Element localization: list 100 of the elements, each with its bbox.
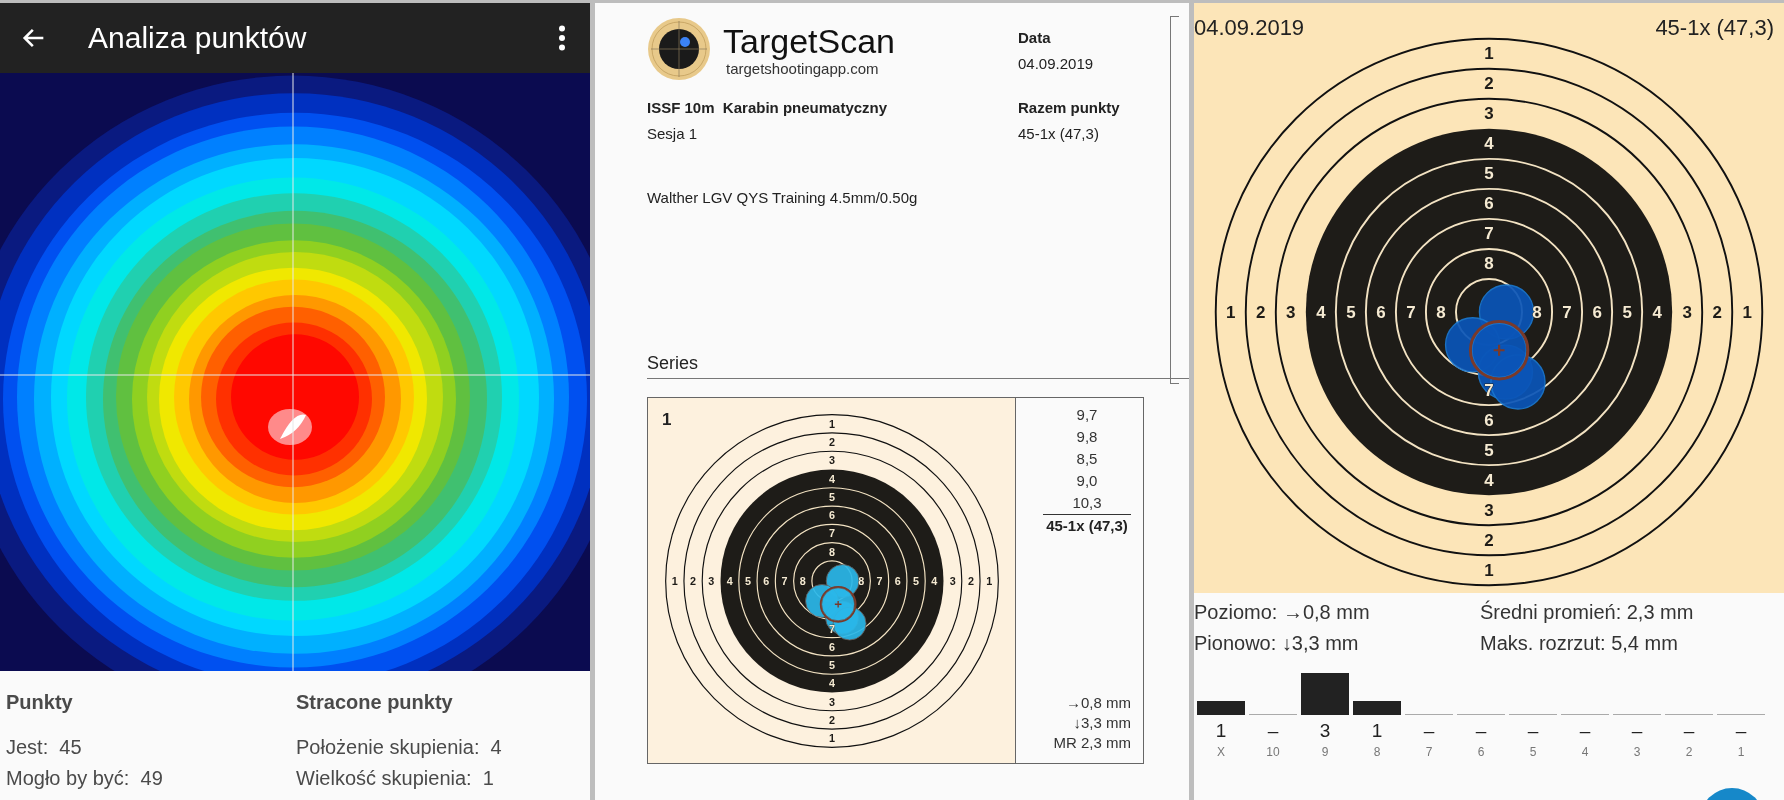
ring-number: 1 bbox=[985, 574, 992, 587]
value-label: – bbox=[1527, 720, 1539, 741]
value-label: – bbox=[1475, 720, 1487, 741]
ring-number: 3 bbox=[707, 574, 714, 587]
ring-number: 1 bbox=[828, 731, 835, 744]
category-label: 9 bbox=[1321, 745, 1329, 759]
ring-number: 3 bbox=[828, 453, 835, 466]
screen-title: Analiza punktów bbox=[88, 21, 308, 55]
series-total: 45-1x (47,3) bbox=[1043, 514, 1131, 537]
ring-number: 3 bbox=[1484, 104, 1494, 124]
ring-number: 3 bbox=[828, 695, 835, 708]
ring-number: 2 bbox=[828, 713, 835, 726]
stat-text: Maks. rozrzut: 5,4 mm bbox=[1480, 631, 1679, 656]
value-label: – bbox=[1683, 720, 1695, 741]
shot-score: 10,3 bbox=[1072, 493, 1102, 513]
ring-number: 4 bbox=[1484, 470, 1494, 490]
ring-number: 8 bbox=[857, 574, 864, 587]
category-label: 10 bbox=[1266, 745, 1280, 759]
category-label: 5 bbox=[1529, 745, 1537, 759]
ring-number: 2 bbox=[689, 574, 696, 587]
category-label: X bbox=[1217, 745, 1225, 759]
category-label: 4 bbox=[1581, 745, 1589, 759]
ring-number: 6 bbox=[894, 574, 901, 587]
section-heading: Punkty bbox=[6, 691, 74, 714]
session-text: Sesja 1 bbox=[647, 124, 699, 144]
ring-number: 4 bbox=[1652, 302, 1662, 322]
ring-number: 4 bbox=[726, 574, 733, 587]
value-label: 3 bbox=[1319, 720, 1331, 741]
value-label: 1 bbox=[1215, 720, 1227, 741]
ring-number: 8 bbox=[1436, 302, 1446, 322]
shot-score: 9,7 bbox=[1076, 405, 1098, 425]
ring-number: 5 bbox=[744, 574, 751, 587]
ring-number: 6 bbox=[828, 640, 835, 653]
offset-text: MR 2,3 mm bbox=[1053, 733, 1131, 753]
ring-number: 3 bbox=[1682, 302, 1692, 322]
ring-number: 8 bbox=[1484, 254, 1494, 274]
total-label: Razem punkty bbox=[1018, 98, 1121, 118]
ring-number: 5 bbox=[1484, 440, 1494, 460]
ring-number: 5 bbox=[1346, 302, 1356, 322]
ring-number: 1 bbox=[1742, 302, 1752, 322]
ring-number: 7 bbox=[876, 574, 883, 587]
ring-number: 2 bbox=[1484, 530, 1494, 550]
ring-number: 7 bbox=[1406, 302, 1416, 322]
ring-number: 5 bbox=[1484, 164, 1494, 184]
stat-text: Jest: 45 bbox=[6, 735, 83, 760]
value-label: – bbox=[1267, 720, 1279, 741]
total-text: 45-1x (47,3) bbox=[1655, 15, 1774, 41]
ring-number: 1 bbox=[1226, 302, 1236, 322]
category-label: 8 bbox=[1373, 745, 1381, 759]
ring-number: 6 bbox=[828, 508, 835, 521]
more-vertical-icon bbox=[558, 25, 566, 51]
shot-score: 9,0 bbox=[1076, 471, 1098, 491]
value-label: – bbox=[1579, 720, 1591, 741]
ring-number: 7 bbox=[1484, 380, 1494, 400]
ring-number: 3 bbox=[1484, 500, 1494, 520]
ring-number: 5 bbox=[912, 574, 919, 587]
ring-number: 4 bbox=[930, 574, 937, 587]
stat-text: Pionowo: ↓3,3 mm bbox=[1194, 631, 1360, 656]
more-menu-button[interactable] bbox=[558, 25, 566, 51]
ring-number: 1 bbox=[1484, 560, 1494, 580]
ring-number: 2 bbox=[1256, 302, 1266, 322]
series-number: 1 bbox=[662, 410, 672, 430]
ring-number: 7 bbox=[780, 574, 787, 587]
hotspot-drawing bbox=[268, 409, 312, 445]
ring-number: 1 bbox=[671, 574, 678, 587]
ring-number: 5 bbox=[1622, 302, 1632, 322]
ring-number: 8 bbox=[799, 574, 806, 587]
histogram-bar bbox=[1197, 701, 1245, 715]
offset-text: ↓3,3 mm bbox=[1073, 713, 1131, 733]
target-logo-icon bbox=[647, 17, 711, 81]
value-label: – bbox=[1423, 720, 1435, 741]
ring-number: 5 bbox=[828, 490, 835, 503]
date-text: 04.09.2019 bbox=[1194, 15, 1305, 41]
ring-number: 4 bbox=[1484, 134, 1494, 154]
equipment-text: Walther LGV QYS Training 4.5mm/0.50g bbox=[647, 188, 919, 208]
stat-text: Wielkość skupienia: 1 bbox=[296, 766, 495, 791]
ring-number: 6 bbox=[1592, 302, 1602, 322]
website-text: targetshootingapp.com bbox=[726, 59, 879, 77]
ring-number: 6 bbox=[1484, 410, 1494, 430]
histogram-bar bbox=[1301, 673, 1349, 715]
category-label: 3 bbox=[1633, 745, 1641, 759]
value-label: 1 bbox=[1371, 720, 1383, 741]
ring-number: 2 bbox=[967, 574, 974, 587]
category-label: 7 bbox=[1425, 745, 1433, 759]
date-text: 04.09.2019 bbox=[1018, 54, 1095, 74]
ring-number: 1 bbox=[1484, 44, 1494, 64]
ring-number: 3 bbox=[1286, 302, 1296, 322]
ring-number: 2 bbox=[828, 435, 835, 448]
date-label: Data bbox=[1018, 28, 1052, 48]
discipline-text: ISSF 10m Karabin pneumatyczny bbox=[647, 98, 889, 118]
category-label: 2 bbox=[1685, 745, 1693, 759]
ring-number: 5 bbox=[828, 658, 835, 671]
shot-score: 9,8 bbox=[1076, 427, 1098, 447]
ring-number: 4 bbox=[828, 676, 835, 689]
ring-number: 7 bbox=[828, 527, 835, 539]
stat-text: Poziomo: →0,8 mm bbox=[1194, 600, 1371, 625]
section-heading: Stracone punkty bbox=[296, 691, 454, 714]
stat-text: Położenie skupienia: 4 bbox=[296, 735, 503, 760]
ring-number: 6 bbox=[1376, 302, 1386, 322]
ring-number: 6 bbox=[762, 574, 769, 587]
